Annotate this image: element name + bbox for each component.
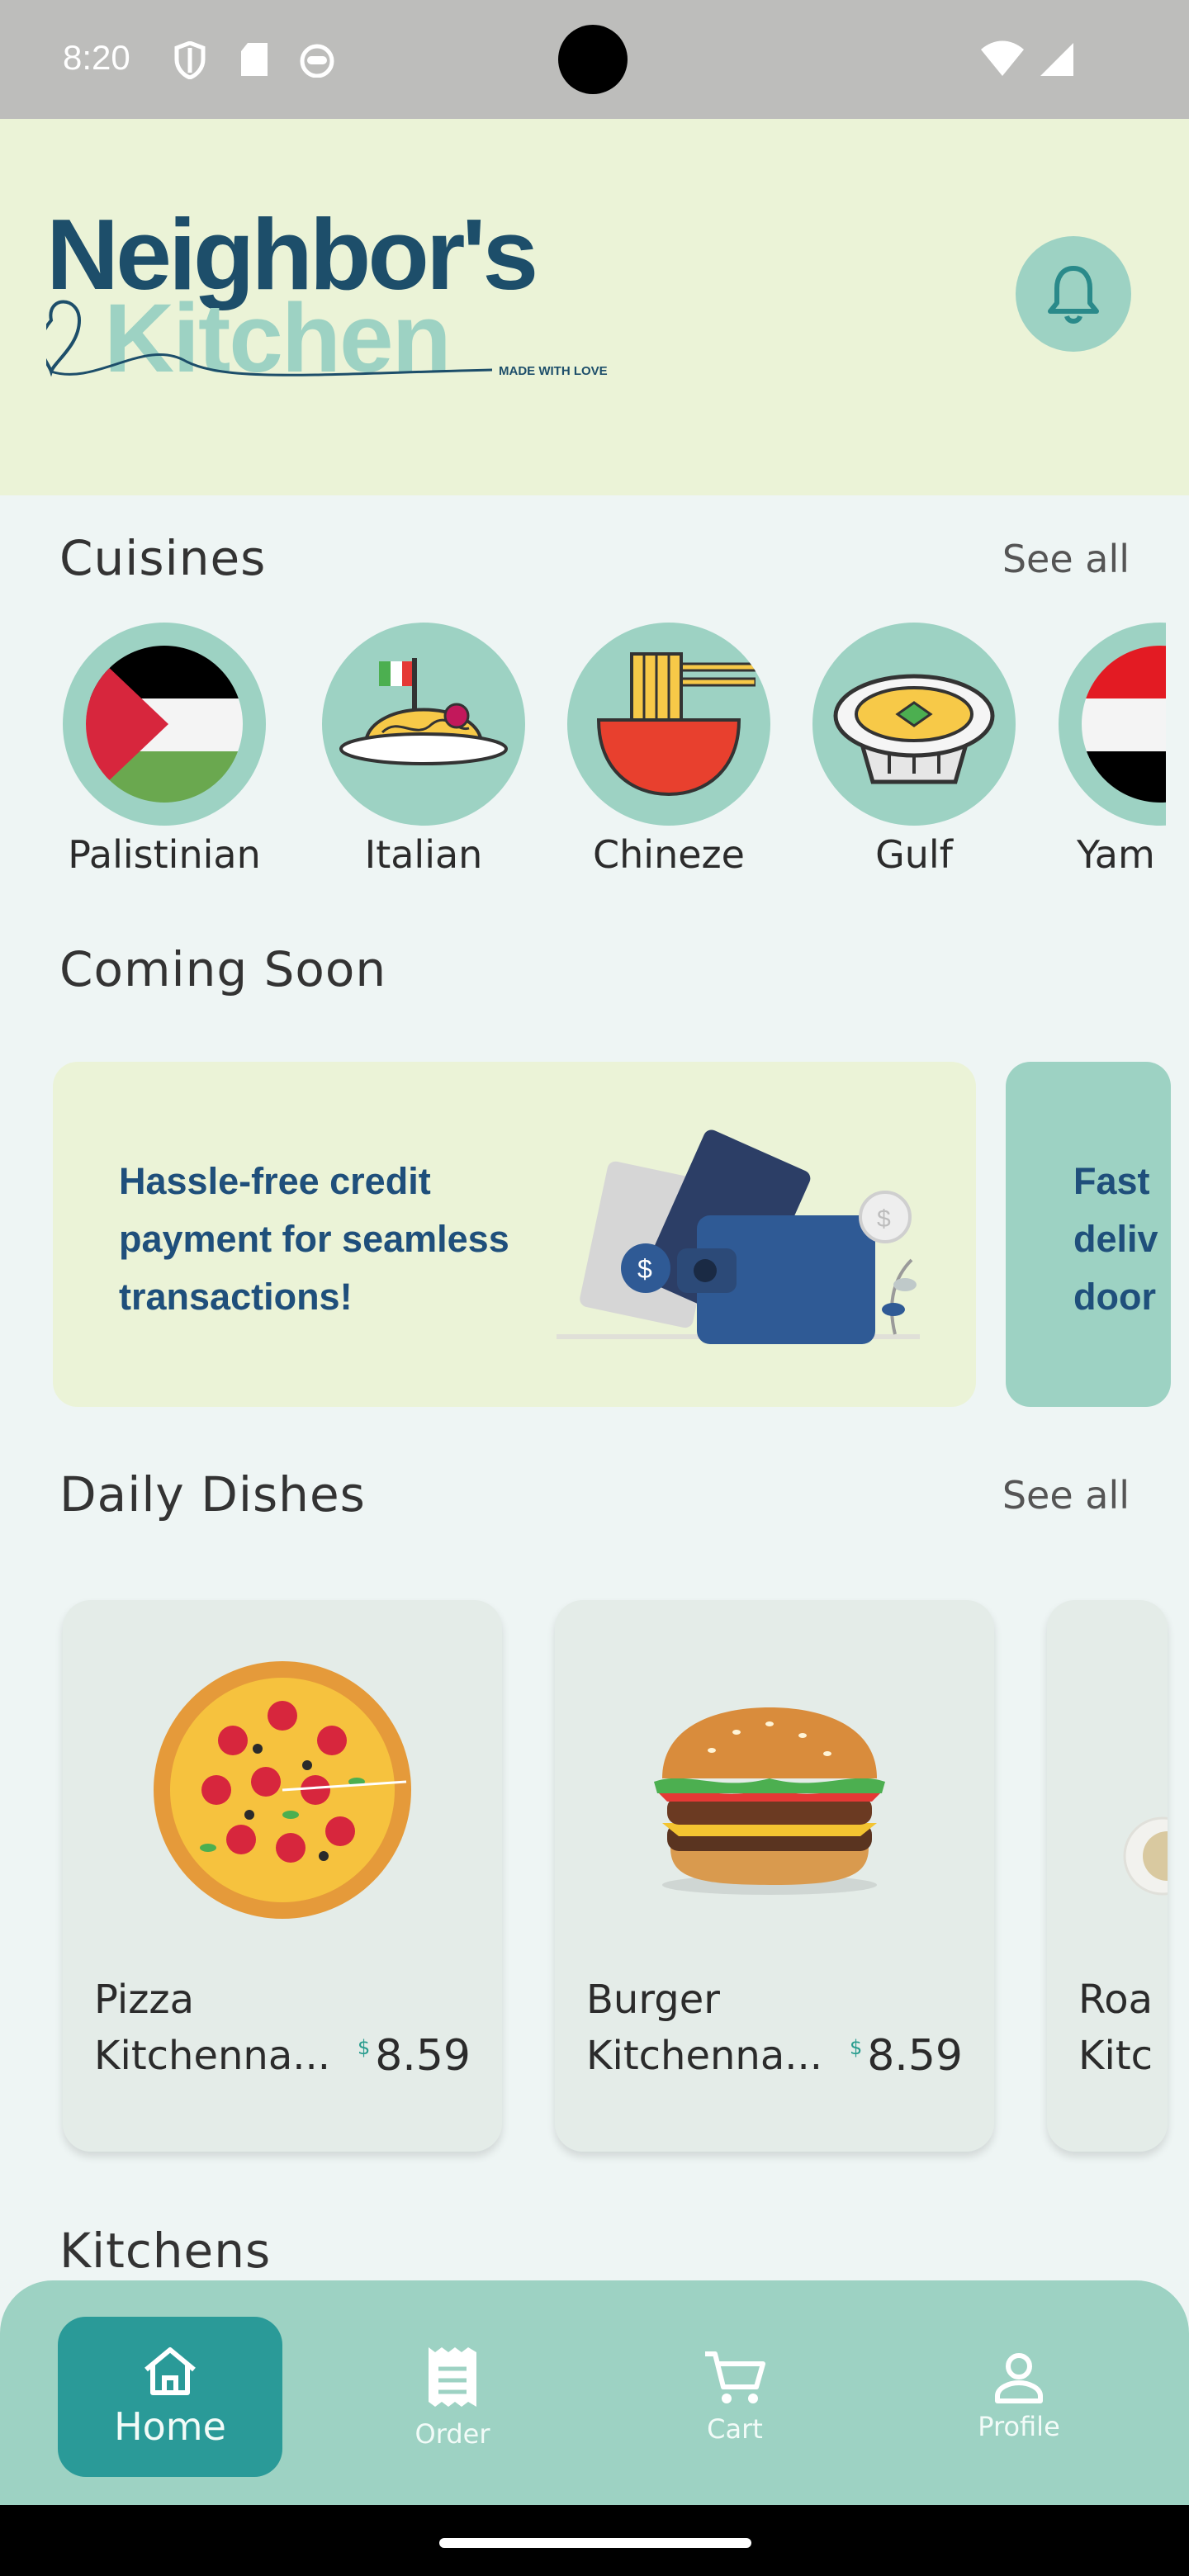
promo-text: Fast deliv door — [1073, 1160, 1158, 1318]
nav-label: Order — [414, 2418, 490, 2450]
promo-card-fast-delivery[interactable]: Fast deliv door — [1006, 1062, 1171, 1407]
dish-price: $8.59 — [850, 2031, 963, 2081]
sd-card-icon — [241, 43, 268, 76]
cuisine-label: Chineze — [593, 832, 745, 877]
nav-label: Profile — [978, 2411, 1060, 2442]
nav-home[interactable]: Home — [58, 2317, 282, 2477]
logo-text-kitchen: Kitchen — [104, 284, 450, 386]
daily-dishes-see-all-link[interactable]: See all — [1002, 1473, 1130, 1518]
gulf-dish-icon — [833, 674, 995, 784]
currency-symbol: $ — [849, 2036, 863, 2059]
svg-text:$: $ — [877, 1205, 891, 1233]
cuisine-item-chinese[interactable]: Chineze — [567, 623, 770, 877]
brand-logo: Neighbor's Kitchen MADE WITH LOVE — [39, 197, 624, 393]
yemen-flag-icon — [1082, 646, 1166, 803]
promo-card-credit-payment[interactable]: Hassle-free credit payment for seamless … — [53, 1062, 976, 1407]
currency-symbol: $ — [357, 2036, 371, 2059]
home-gesture-handle[interactable] — [439, 2538, 751, 2548]
spaghetti-icon — [339, 658, 508, 765]
cart-icon — [705, 2351, 765, 2403]
nav-cart[interactable]: Cart — [623, 2317, 847, 2477]
kitchens-title: Kitchens — [59, 2223, 272, 2279]
dish-card-partial[interactable]: Roa Kitc — [1047, 1600, 1168, 2152]
cuisine-item-gulf[interactable]: Gulf — [812, 623, 1016, 877]
cellular-signal-icon — [1040, 43, 1073, 76]
price-value: 8.59 — [375, 2031, 471, 2081]
cuisine-label: Gulf — [875, 832, 953, 877]
bottom-navigation: Home Order Cart Profile — [0, 2280, 1189, 2505]
robot-face-icon — [300, 44, 334, 78]
cuisine-item-palestinian[interactable]: Palistinian — [63, 623, 266, 877]
cuisines-title: Cuisines — [59, 530, 267, 586]
dish-name: Roa Kitc — [1078, 1972, 1168, 2084]
notifications-button[interactable] — [1016, 236, 1131, 352]
bell-icon — [1048, 266, 1099, 324]
dish-price: $8.59 — [358, 2031, 471, 2081]
cuisine-item-yemeni[interactable]: Yam — [1059, 623, 1166, 877]
nav-label: Home — [114, 2404, 226, 2449]
nav-profile[interactable]: Profile — [907, 2317, 1131, 2477]
dish-title: Burger — [586, 1977, 720, 2023]
dish-title: Roa — [1078, 1977, 1153, 2023]
dish-kitchen: Kitchenna... — [586, 2033, 823, 2079]
dish-kitchen: Kitc — [1078, 2033, 1153, 2079]
cuisine-label: Yam — [1077, 832, 1155, 877]
status-time: 8:20 — [63, 38, 130, 77]
camera-cutout — [558, 25, 628, 94]
dish-title: Pizza — [94, 1977, 195, 2023]
price-value: 8.59 — [867, 2031, 963, 2081]
cuisine-item-italian[interactable]: Italian — [322, 623, 525, 877]
status-bar: 8:20 — [0, 0, 1189, 119]
dish-name: Pizza Kitchenna... — [94, 1972, 367, 2084]
wifi-icon — [981, 40, 1024, 76]
palestine-flag-icon — [86, 646, 243, 803]
heart-icon — [39, 300, 82, 377]
promo-text: Hassle-free credit payment for seamless … — [119, 1160, 509, 1318]
pizza-image — [154, 1661, 411, 1919]
cuisine-label: Italian — [364, 832, 483, 877]
cuisines-see-all-link[interactable]: See all — [1002, 537, 1130, 581]
nav-order[interactable]: Order — [340, 2317, 565, 2477]
shield-icon — [174, 41, 206, 79]
dish-card-burger[interactable]: Burger Kitchenna... $8.59 — [555, 1600, 994, 2152]
noodle-bowl-icon — [596, 652, 756, 797]
nav-label: Cart — [707, 2413, 763, 2445]
svg-text:$: $ — [637, 1254, 652, 1284]
coming-soon-title: Coming Soon — [59, 941, 387, 997]
dish-name: Burger Kitchenna... — [586, 1972, 859, 2084]
receipt-icon — [429, 2347, 476, 2407]
home-icon — [144, 2347, 196, 2395]
daily-dishes-title: Daily Dishes — [59, 1466, 366, 1522]
dish-kitchen: Kitchenna... — [94, 2033, 331, 2079]
logo-tagline: MADE WITH LOVE — [499, 364, 608, 378]
burger-image — [654, 1707, 885, 1895]
dish-card-pizza[interactable]: Pizza Kitchenna... $8.59 — [63, 1600, 502, 2152]
dish-image — [1123, 1816, 1168, 1896]
person-icon — [995, 2353, 1043, 2403]
wallet-illustration: $ $ — [557, 1129, 920, 1344]
cuisine-label: Palistinian — [68, 832, 261, 877]
